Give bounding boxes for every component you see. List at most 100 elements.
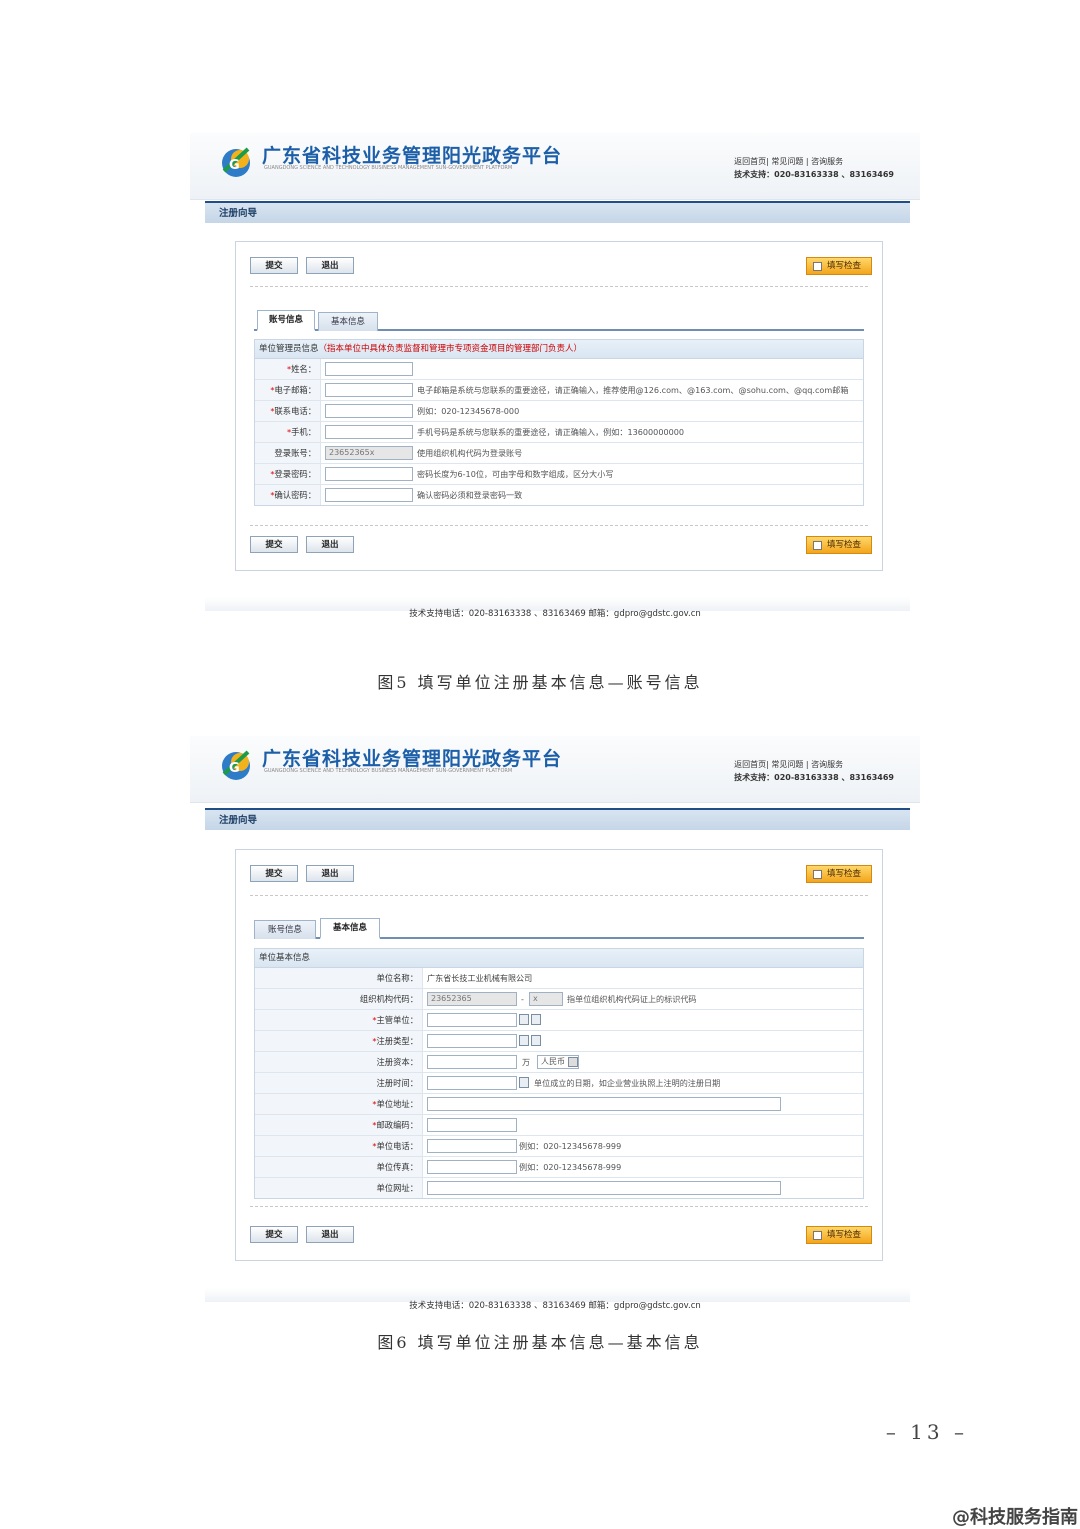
submit-button[interactable]: 提交 [250,1226,298,1243]
figure-5-screenshot: G 广东省科技业务管理阳光政务平台 GUANGDONG SCIENCE AND … [190,133,920,623]
register-type-input[interactable] [427,1034,517,1048]
divider [250,895,868,896]
field-input[interactable] [325,362,413,376]
currency-value: 人民币 [541,1057,565,1066]
website-input[interactable] [427,1181,781,1195]
field-label: 登录密码： [274,469,317,479]
tab-account-info[interactable]: 账号信息 [257,310,315,331]
unit-name-value: 广东省长技工业机械有限公司 [427,973,533,983]
support-phone: 020-83163338 、83163469 [774,773,894,782]
check-button[interactable]: 填写检查 [806,1226,872,1244]
fax-input[interactable] [427,1160,517,1174]
submit-button[interactable]: 提交 [250,536,298,553]
check-button[interactable]: 填写检查 [806,257,872,275]
form-row-department: *主管单位： [255,1010,863,1031]
department-input[interactable] [427,1013,517,1027]
register-date-hint: 单位成立的日期，如企业营业执照上注明的注册日期 [534,1078,721,1088]
submit-button[interactable]: 提交 [250,865,298,882]
check-button-label: 填写检查 [827,540,862,550]
form-row: *手机： 手机号码是系统与您联系的重要途径，请正确输入，例如：1360000000… [255,422,863,443]
field-input[interactable] [325,383,413,397]
form-row-website: 单位网址： [255,1178,863,1198]
document-icon [813,262,822,271]
form-row: *电子邮箱： 电子邮箱是系统与您联系的重要途径，请正确输入，推荐使用@126.co… [255,380,863,401]
field-label: 电子邮箱： [274,385,317,395]
field-input[interactable] [325,488,413,502]
field-label: 登录账号： [274,448,317,458]
submit-button[interactable]: 提交 [250,257,298,274]
support-label: 技术支持： [734,170,775,179]
exit-button[interactable]: 退出 [306,865,354,882]
tab-basic-info[interactable]: 基本信息 [318,312,378,331]
exit-button[interactable]: 退出 [306,257,354,274]
form-row-fax: 单位传真： 例如：020-12345678-999 [255,1157,863,1178]
phone-input[interactable] [427,1139,517,1153]
platform-logo-icon: G [222,147,250,177]
header-nav-links[interactable]: 返回首页| 常见问题 | 咨询服务 [734,155,894,168]
basic-form: 单位基本信息 单位名称： 广东省长技工业机械有限公司 组织机构代码： 23652… [254,948,864,1199]
check-button[interactable]: 填写检查 [806,865,872,883]
form-row: *登录密码： 密码长度为6-10位，可由字母和数字组成，区分大小写 [255,464,863,485]
header-nav-links[interactable]: 返回首页| 常见问题 | 咨询服务 [734,758,894,771]
chevron-down-icon[interactable] [568,1057,578,1067]
field-input[interactable]: 23652365x [325,446,413,460]
postcode-label-cell: *邮政编码： [255,1115,423,1135]
check-button[interactable]: 填写检查 [806,536,872,554]
capital-input[interactable] [427,1055,517,1069]
watermark: @科技服务指南 [952,1507,1078,1528]
field-label-cell: *登录密码： [255,464,321,484]
select-icon[interactable] [519,1035,529,1046]
header-links: 返回首页| 常见问题 | 咨询服务 技术支持：020-83163338 、831… [734,155,894,181]
register-date-input[interactable] [427,1076,517,1090]
select-icon[interactable] [519,1014,529,1025]
page-number: – 13 – [885,1420,968,1444]
form-row-phone: *单位电话： 例如：020-12345678-999 [255,1136,863,1157]
support-label: 技术支持： [734,773,775,782]
tab-account-info[interactable]: 账号信息 [254,920,316,939]
org-code-suffix-input[interactable]: x [529,992,563,1006]
form-row-register-date: 注册时间： 单位成立的日期，如企业营业执照上注明的注册日期 [255,1073,863,1094]
check-button-label: 填写检查 [827,261,862,271]
capital-unit: 万 [522,1057,531,1067]
phone-label-cell: *单位电话： [255,1136,423,1156]
exit-button[interactable]: 退出 [306,1226,354,1243]
exit-button[interactable]: 退出 [306,536,354,553]
platform-header: G 广东省科技业务管理阳光政务平台 GUANGDONG SCIENCE AND … [190,736,920,803]
account-form: 单位管理员信息（指本单位中具体负责监督和管理市专项资金项目的管理部门负责人） *… [254,339,864,506]
address-label-cell: *单位地址： [255,1094,423,1114]
field-hint: 电子邮箱是系统与您联系的重要途径，请正确输入，推荐使用@126.com、@163… [417,385,849,395]
postcode-label: 邮政编码： [376,1120,419,1130]
footer-support: 技术支持电话：020-83163338 、83163469 邮箱：gdpro@g… [409,609,701,619]
field-hint: 手机号码是系统与您联系的重要途径，请正确输入，例如：13600000000 [417,427,685,437]
figure-6-caption: 图6 填写单位注册基本信息—基本信息 [377,1333,703,1352]
field-label: 手机： [291,427,316,437]
registration-panel: 提交 退出 填写检查 账号信息 基本信息 单位基本信息 单位名称： 广东省长技工… [235,849,883,1261]
document-icon [813,1231,822,1240]
field-hint: 例如：020-12345678-000 [417,406,520,416]
postcode-input[interactable] [427,1118,517,1132]
department-label-cell: *主管单位： [255,1010,423,1030]
field-label-cell: *电子邮箱： [255,380,321,400]
field-input[interactable] [325,467,413,481]
form-row-address: *单位地址： [255,1094,863,1115]
wizard-bar: 注册向导 [205,808,910,830]
calendar-icon[interactable] [519,1077,529,1088]
org-code-input[interactable]: 23652365 [427,992,517,1006]
tab-basic-info[interactable]: 基本信息 [320,918,380,939]
lookup-icon[interactable] [531,1014,541,1025]
address-input[interactable] [427,1097,781,1111]
support-phone: 020-83163338 、83163469 [774,170,894,179]
tab-bar: 账号信息 基本信息 [254,309,864,331]
svg-text:G: G [229,158,240,173]
register-date-label: 注册时间： [255,1073,423,1093]
field-input[interactable] [325,404,413,418]
field-label-cell: *姓名： [255,359,321,379]
phone-label: 单位电话： [376,1141,419,1151]
field-label-cell: 登录账号： [255,443,321,463]
lookup-icon[interactable] [531,1035,541,1046]
field-input[interactable] [325,425,413,439]
basic-form-header: 单位基本信息 [255,949,863,968]
form-row: 登录账号： 23652365x 使用组织机构代码为登录账号 [255,443,863,464]
account-form-title: 单位管理员信息 [259,344,319,354]
divider [250,1206,868,1207]
